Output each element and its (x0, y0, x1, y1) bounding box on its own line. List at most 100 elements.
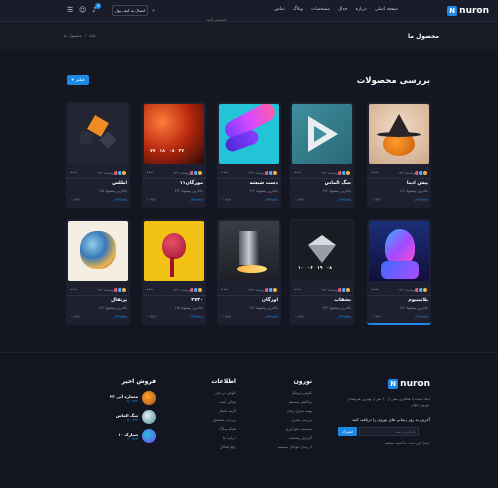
product-name[interactable]: اطلس (112, 181, 127, 186)
like-count[interactable]: ♡ ۳۲۲ (146, 315, 156, 319)
footer-link[interactable]: بررسی بصری (262, 418, 312, 422)
avatar[interactable] (345, 287, 351, 293)
nav-item-contact[interactable]: تماس (274, 7, 285, 12)
product-card[interactable]: ۱۰ ۰۶ ۱۹ ۰۸ ۱۳+ فروشنده ••• بشقاب بالاترین … (290, 219, 354, 325)
menu-icon[interactable]: ☰ (67, 6, 73, 14)
like-count[interactable]: ♡ ۳۲۲ (70, 198, 80, 202)
product-image[interactable] (68, 221, 128, 281)
nav-item-blog[interactable]: وبلاگ (293, 7, 303, 12)
product-image[interactable] (219, 104, 279, 164)
footer-description: ایجاد شده با همکاری بیش از ۲۰ نفر از بهت… (347, 397, 430, 407)
product-card[interactable]: ۱۳+ فروشنده ••• اورگان بالاترین پیشنهاد … (217, 219, 281, 325)
logo[interactable]: N nuron (447, 5, 489, 17)
product-image[interactable] (369, 221, 429, 281)
product-card[interactable]: ۱۳+ فروشنده ••• پیش ادما بالاترین پیشنها… (367, 102, 431, 208)
nav-item-home[interactable]: صفحه اصلی (375, 7, 398, 12)
footer-link[interactable]: بهینه سازی زمان (262, 409, 312, 413)
footer-link[interactable]: بررسی محصول (186, 418, 236, 422)
product-name[interactable]: پیش ادما (407, 181, 428, 186)
recent-sale-item[interactable]: سیارک ۱۰ ۱/۰ eth (76, 429, 156, 443)
like-count[interactable]: ♡ ۳۲۲ (294, 198, 304, 202)
like-count[interactable]: ♡ ۳۲۲ (146, 198, 156, 202)
nav-item-explore[interactable]: جدال (338, 7, 348, 12)
footer-link[interactable]: نوتکن آینده (186, 400, 236, 404)
sale-thumbnail[interactable] (142, 429, 156, 443)
product-name[interactable]: مورگان۱۱ (180, 181, 203, 186)
avatar[interactable] (422, 287, 428, 293)
footer-link[interactable]: درباره ما (186, 436, 236, 440)
more-options-icon[interactable]: ••• (371, 287, 378, 292)
filter-button[interactable]: ▾ فیلتر (67, 75, 89, 85)
product-name[interactable]: بشقاب (334, 298, 351, 303)
product-image[interactable]: ۱۰ ۰۶ ۱۹ ۰۸ (292, 221, 352, 281)
recent-sale-item[interactable]: ۲۲ معماره آبی ۲/۰ eth (76, 391, 156, 405)
product-card[interactable]: ۷۷ ۱۸ ۰۸ ۲۷ ۱۳+ فروشنده ••• مورگان۱۱ بالاتر… (142, 102, 206, 208)
product-name[interactable]: پرتقال (111, 298, 127, 303)
product-image[interactable]: ۷۷ ۱۸ ۰۸ ۲۷ (144, 104, 204, 164)
product-name[interactable]: اورگان (262, 298, 278, 303)
more-options-icon[interactable]: ••• (146, 170, 153, 175)
product-name[interactable]: سگ الماس (325, 181, 351, 186)
more-options-icon[interactable]: ••• (294, 287, 301, 292)
footer-link[interactable]: کاوش در بازار (186, 391, 236, 395)
more-options-icon[interactable]: ••• (70, 287, 77, 292)
like-count[interactable]: ♡ ۳۲۲ (221, 198, 231, 202)
footer-logo[interactable]: N nuron (338, 378, 430, 390)
like-count[interactable]: ♡ ۳۲۲ (221, 315, 231, 319)
more-options-icon[interactable]: ••• (371, 170, 378, 175)
product-image[interactable] (369, 104, 429, 164)
footer-link[interactable]: سیستم جمع آوری (262, 427, 312, 431)
product-card[interactable]: ۱۳+ فروشنده ••• دست شیشه بالاترین پیشنها… (217, 102, 281, 208)
footer-link[interactable]: شبکه وبلاگ (186, 427, 236, 431)
like-count[interactable]: ♡ ۳۲۲ (70, 315, 80, 319)
like-count[interactable]: ♡ ۳۲۲ (371, 198, 381, 202)
subscribe-button[interactable]: اشتراک (338, 427, 357, 436)
avatar[interactable] (197, 170, 203, 176)
avatar[interactable] (345, 170, 351, 176)
sale-thumbnail[interactable] (142, 391, 156, 405)
sale-thumbnail[interactable] (142, 410, 156, 424)
product-name[interactable]: ۴۷۳۰ (191, 298, 203, 303)
footer-link[interactable]: تراکنش سیستم (262, 400, 312, 404)
product-card[interactable]: ۱۳+ فروشنده ••• پرتقال بالاترین پیشنهاد … (66, 219, 130, 325)
collector-avatars (337, 287, 351, 293)
product-card[interactable]: ۱۳+ فروشنده ••• پلاتینیوم بالاترین پیشنه… (367, 219, 431, 325)
connect-wallet-button[interactable]: اتصال به کیف پول (112, 5, 148, 16)
more-options-icon[interactable]: ••• (70, 170, 77, 175)
card-meta: ۱۳+ فروشنده ••• (217, 284, 281, 296)
user-icon[interactable]: ☺ (79, 6, 86, 14)
footer-link[interactable]: رفع اشکال (186, 445, 236, 449)
product-name[interactable]: پلاتینیوم (408, 298, 428, 303)
product-image[interactable] (68, 104, 128, 164)
avatar[interactable] (272, 170, 278, 176)
avatar[interactable] (422, 170, 428, 176)
like-count[interactable]: ♡ ۳۲۲ (371, 315, 381, 319)
nav-item-about[interactable]: درباره (355, 7, 366, 12)
more-options-icon[interactable]: ••• (221, 170, 228, 175)
nav-item-pages[interactable]: مشخصات (311, 7, 330, 12)
footer-link[interactable]: کاوش پروتکل (262, 391, 313, 395)
product-card[interactable]: ۱۳+ فروشنده ••• سگ الماس بالاترین پیشنها… (290, 102, 354, 208)
avatar[interactable] (121, 170, 127, 176)
breadcrumb-home[interactable]: خانه (89, 33, 96, 38)
recent-sale-item[interactable]: سگ الماس ۲/۰ eth (76, 410, 156, 424)
like-count[interactable]: ♡ ۳۲۲ (294, 315, 304, 319)
product-image[interactable] (219, 221, 279, 281)
more-options-icon[interactable]: ••• (294, 170, 301, 175)
product-name[interactable]: دست شیشه (250, 181, 278, 186)
avatar[interactable] (272, 287, 278, 293)
search-icon[interactable]: ⌕ (152, 7, 155, 15)
footer-link[interactable]: از زمان خودکار سیستم (262, 445, 312, 449)
footer-link[interactable]: گزارش وضعیت (262, 436, 312, 440)
email-field[interactable] (359, 427, 419, 436)
avatar[interactable] (197, 287, 203, 293)
footer-link[interactable]: گزینه اتصال (186, 409, 236, 413)
product-image[interactable] (292, 104, 352, 164)
notification-bell-icon[interactable]: ♪ 6 (92, 3, 102, 14)
more-options-icon[interactable]: ••• (221, 287, 228, 292)
avatar[interactable] (121, 287, 127, 293)
product-card[interactable]: ۱۳+ فروشنده ••• ۴۷۳۰ بالاترین پیشنهاد ۲/… (142, 219, 206, 325)
more-options-icon[interactable]: ••• (146, 287, 153, 292)
product-image[interactable] (144, 221, 204, 281)
product-card[interactable]: ۱۳+ فروشنده ••• اطلس بالاترین پیشنهاد ۲/… (66, 102, 130, 208)
